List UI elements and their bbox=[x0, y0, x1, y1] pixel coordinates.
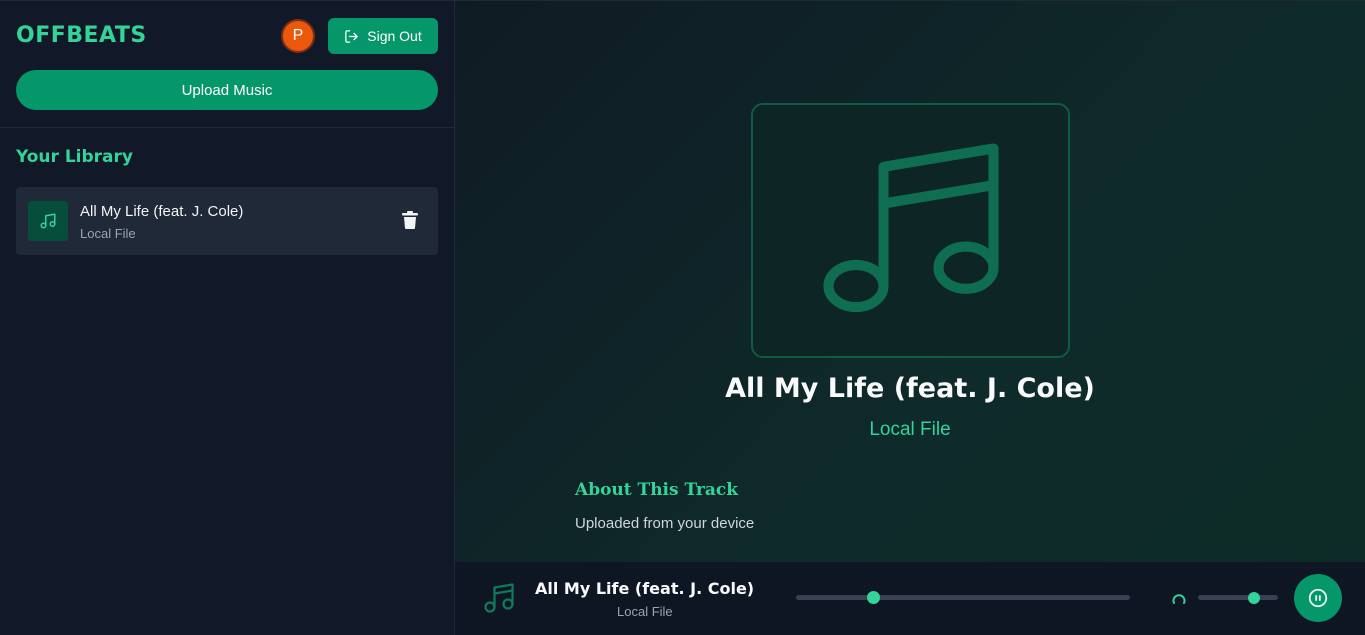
delete-track-button[interactable] bbox=[402, 211, 418, 234]
library-track-subtitle: Local File bbox=[80, 226, 136, 241]
sign-out-button[interactable]: Sign Out bbox=[328, 18, 438, 54]
music-note-icon bbox=[484, 583, 514, 613]
sidebar-header: OFFBEATS P Sign Out Upload Music bbox=[0, 1, 454, 128]
volume-icon[interactable] bbox=[1172, 591, 1186, 610]
pause-button[interactable] bbox=[1294, 574, 1342, 622]
volume-knob[interactable] bbox=[1248, 591, 1260, 604]
user-avatar[interactable]: P bbox=[281, 19, 315, 53]
library-track-title: All My Life (feat. J. Cole) bbox=[80, 203, 244, 220]
now-playing-panel: All My Life (feat. J. Cole) Local File A… bbox=[455, 0, 1365, 562]
now-playing-subtitle: Local File bbox=[869, 419, 951, 440]
about-text: Uploaded from your device bbox=[575, 515, 755, 532]
player-track-icon bbox=[481, 580, 517, 621]
player-track-title: All My Life (feat. J. Cole) bbox=[535, 579, 755, 598]
volume-slider[interactable] bbox=[1198, 591, 1278, 604]
sign-out-icon bbox=[345, 29, 358, 43]
album-cover bbox=[751, 103, 1070, 358]
about-heading: About This Track bbox=[575, 480, 739, 500]
music-note-icon bbox=[822, 142, 999, 312]
track-thumbnail bbox=[28, 201, 68, 241]
pause-icon bbox=[1308, 588, 1328, 608]
trash-icon bbox=[402, 211, 418, 229]
music-note-icon bbox=[40, 213, 56, 229]
library-title: Your Library bbox=[16, 147, 133, 167]
sign-out-label: Sign Out bbox=[367, 28, 422, 44]
progress-slider[interactable] bbox=[796, 591, 1130, 604]
player-track-subtitle: Local File bbox=[617, 604, 673, 619]
library-track-item[interactable]: All My Life (feat. J. Cole) Local File bbox=[16, 187, 438, 255]
sidebar: OFFBEATS P Sign Out Upload Music Your Li… bbox=[0, 0, 455, 635]
progress-knob[interactable] bbox=[866, 591, 880, 604]
app-logo[interactable]: OFFBEATS bbox=[16, 23, 147, 48]
upload-music-button[interactable]: Upload Music bbox=[16, 70, 438, 110]
player-bar: All My Life (feat. J. Cole) Local File bbox=[455, 562, 1365, 635]
now-playing-title: All My Life (feat. J. Cole) bbox=[725, 373, 1095, 404]
